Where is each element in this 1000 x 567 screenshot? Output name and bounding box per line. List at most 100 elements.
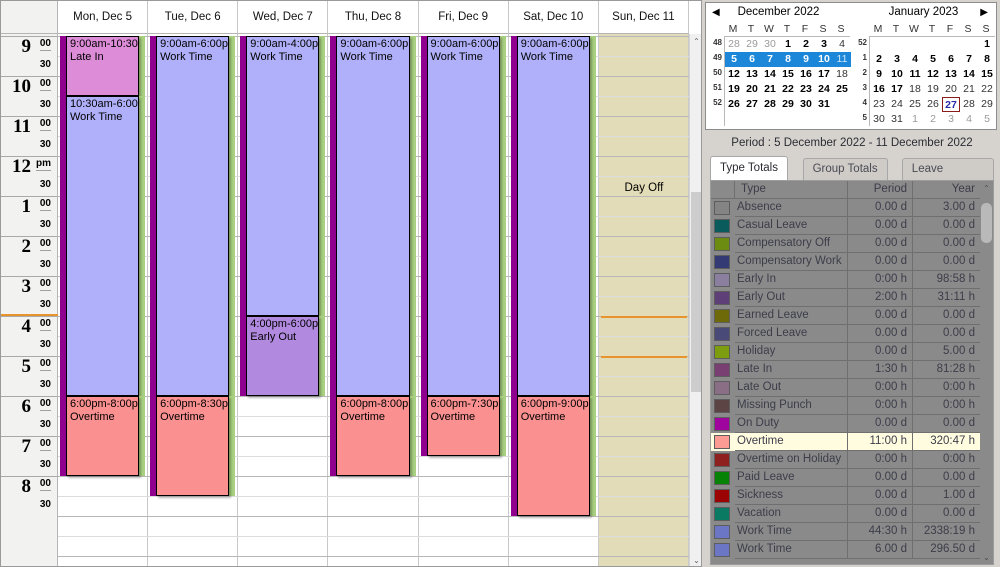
table-row[interactable]: Missing Punch 0:00 h 0:00 h [711, 397, 981, 415]
table-row[interactable]: Holiday 0.00 d 5.00 d [711, 343, 981, 361]
totals-tabs[interactable]: Type Totals Group Totals Leave Balance [710, 156, 994, 196]
mini-calendar-day[interactable]: 24 [815, 82, 833, 97]
table-row[interactable]: Absence 0.00 d 3.00 d [711, 199, 981, 217]
mini-calendar-day[interactable]: 6 [942, 52, 960, 67]
mini-calendar-day[interactable]: 7 [761, 52, 779, 67]
day-column-6[interactable] [598, 34, 689, 566]
mini-calendar-day[interactable]: 29 [779, 97, 797, 112]
mini-calendar-day[interactable]: 4 [960, 112, 978, 127]
appointment-block[interactable]: 4:00pm-6:00pmEarly Out [246, 316, 320, 396]
mini-calendar-day[interactable]: 25 [906, 97, 924, 112]
mini-calendar-day[interactable]: 13 [743, 67, 761, 82]
table-row[interactable]: Late In 1:30 h 81:28 h [711, 361, 981, 379]
mini-calendar-0[interactable]: December 2022 ◀ M T W T F S S 28 29 30 1 2 3 4 5 6 7 8 9 10 11… [706, 3, 851, 129]
table-row[interactable]: Compensatory Off 0.00 d 0.00 d [711, 235, 981, 253]
mini-calendar-day[interactable]: 14 [960, 67, 978, 82]
next-month-icon[interactable]: ▶ [980, 7, 988, 18]
mini-calendar-day[interactable]: 19 [725, 82, 743, 97]
mini-calendar-grid[interactable]: 28 29 30 1 2 3 4 5 6 7 8 9 10 11 12 13 14 15 16 17 18 19 20 21 2… [724, 36, 851, 126]
table-row[interactable]: Late Out 0:00 h 0:00 h [711, 379, 981, 397]
appointment-block[interactable]: 6:00pm-8:30pmOvertime [156, 396, 230, 496]
table-vertical-scrollbar[interactable]: ⌃ ⌄ [980, 181, 993, 564]
mini-calendar-day[interactable]: 6 [743, 52, 761, 67]
mini-calendar-day[interactable]: 16 [797, 67, 815, 82]
calendar-grid[interactable]: Day Off 9:00am-10:30a Late In 10:30am-6:00p… [58, 34, 689, 566]
mini-calendar-day[interactable] [960, 37, 978, 52]
mini-calendar-day[interactable]: 22 [978, 82, 996, 97]
mini-calendar-day[interactable]: 30 [870, 112, 888, 127]
mini-calendar-day[interactable]: 11 [833, 52, 851, 67]
mini-calendar-day[interactable]: 12 [924, 67, 942, 82]
mini-calendar-day[interactable] [833, 97, 851, 112]
mini-calendar-day[interactable]: 28 [725, 37, 743, 52]
mini-calendar-day[interactable]: 11 [906, 67, 924, 82]
day-header-5[interactable]: Sat, Dec 10 [508, 1, 599, 34]
mini-calendar-day[interactable]: 12 [725, 67, 743, 82]
mini-calendar-day[interactable]: 5 [978, 112, 996, 127]
mini-calendar-day[interactable]: 31 [888, 112, 906, 127]
table-row[interactable]: Vacation 0.00 d 0.00 d [711, 505, 981, 523]
mini-calendar-day[interactable]: 28 [761, 97, 779, 112]
mini-calendar-day[interactable]: 13 [942, 67, 960, 82]
mini-calendar-day[interactable]: 4 [906, 52, 924, 67]
mini-calendar-day[interactable]: 19 [924, 82, 942, 97]
appointment-block[interactable]: 9:00am-4:00pmWork Time [246, 36, 320, 316]
mini-calendar-day[interactable]: 17 [815, 67, 833, 82]
day-header-1[interactable]: Tue, Dec 6 [148, 1, 239, 34]
table-row[interactable]: On Duty 0.00 d 0.00 d [711, 415, 981, 433]
table-scroll-up-icon[interactable]: ⌃ [980, 181, 993, 195]
mini-calendar-day[interactable]: 3 [942, 112, 960, 127]
mini-calendar-day[interactable]: 29 [978, 97, 996, 112]
mini-calendar-day[interactable]: 17 [888, 82, 906, 97]
appointment-block[interactable]: 9:00am-10:30a Late In [66, 36, 140, 96]
appointment-block[interactable]: 9:00am-6:00pmWork Time [156, 36, 230, 396]
table-row[interactable]: Casual Leave 0.00 d 0.00 d [711, 217, 981, 235]
mini-calendar-day[interactable]: 2 [924, 112, 942, 127]
tab-leave-balance[interactable]: Leave Balance [901, 158, 994, 196]
tab-group-totals[interactable]: Group Totals [802, 158, 888, 180]
mini-calendar-day[interactable]: 7 [960, 52, 978, 67]
scroll-down-icon[interactable]: ⌄ [690, 553, 701, 566]
table-row[interactable]: Work Time 44:30 h 2338:19 h [711, 523, 981, 541]
mini-calendar-day[interactable] [870, 37, 888, 52]
appointment-block[interactable]: 9:00am-6:00pmWork Time [336, 36, 410, 396]
mini-calendar-day[interactable]: 26 [725, 97, 743, 112]
mini-calendar-day[interactable]: 2 [870, 52, 888, 67]
table-row[interactable]: Earned Leave 0.00 d 0.00 d [711, 307, 981, 325]
mini-calendar-day[interactable]: 20 [942, 82, 960, 97]
mini-calendar-day[interactable]: 24 [888, 97, 906, 112]
table-row[interactable]: Overtime 11:00 h 320:47 h [711, 433, 981, 451]
column-header-swatch[interactable] [711, 181, 735, 199]
mini-calendar-day[interactable]: 14 [761, 67, 779, 82]
mini-calendar-day[interactable]: 1 [779, 37, 797, 52]
mini-calendar-day[interactable]: 30 [797, 97, 815, 112]
calendar-vertical-scrollbar[interactable]: ⌃ ⌄ [689, 34, 701, 566]
scroll-up-icon[interactable]: ⌃ [690, 34, 701, 49]
mini-calendar-day[interactable]: 3 [888, 52, 906, 67]
appointment-block[interactable]: 6:00pm-7:30pmOvertime [426, 396, 500, 456]
mini-calendar-day[interactable] [906, 37, 924, 52]
appointment-block[interactable]: 9:00am-6:00pmWork Time [426, 36, 500, 396]
mini-calendar-day[interactable]: 22 [779, 82, 797, 97]
mini-calendar-day[interactable]: 15 [978, 67, 996, 82]
mini-calendar-day[interactable]: 26 [924, 97, 942, 112]
mini-calendar-day[interactable]: 28 [960, 97, 978, 112]
column-header-period[interactable]: Period [848, 181, 913, 199]
column-header-type[interactable]: Type [735, 181, 848, 199]
day-header-4[interactable]: Fri, Dec 9 [418, 1, 509, 34]
table-scrollbar-thumb[interactable] [981, 203, 992, 243]
mini-calendar-day[interactable]: 25 [833, 82, 851, 97]
appointment-block[interactable]: 10:30am-6:00p Work Time [66, 96, 140, 396]
mini-calendar-day[interactable] [924, 37, 942, 52]
mini-calendar-day[interactable]: 21 [960, 82, 978, 97]
day-header-0[interactable]: Mon, Dec 5 [58, 1, 149, 34]
mini-calendar-day[interactable]: 5 [725, 52, 743, 67]
table-row[interactable]: Early Out 2:00 h 31:11 h [711, 289, 981, 307]
mini-calendar-day[interactable]: 10 [815, 52, 833, 67]
table-row[interactable]: Compensatory Work 0.00 d 0.00 d [711, 253, 981, 271]
table-row[interactable]: Forced Leave 0.00 d 0.00 d [711, 325, 981, 343]
mini-calendar-day[interactable]: 8 [779, 52, 797, 67]
mini-calendar-day[interactable]: 3 [815, 37, 833, 52]
tab-type-totals[interactable]: Type Totals [710, 156, 788, 180]
mini-calendar-day[interactable]: 23 [797, 82, 815, 97]
